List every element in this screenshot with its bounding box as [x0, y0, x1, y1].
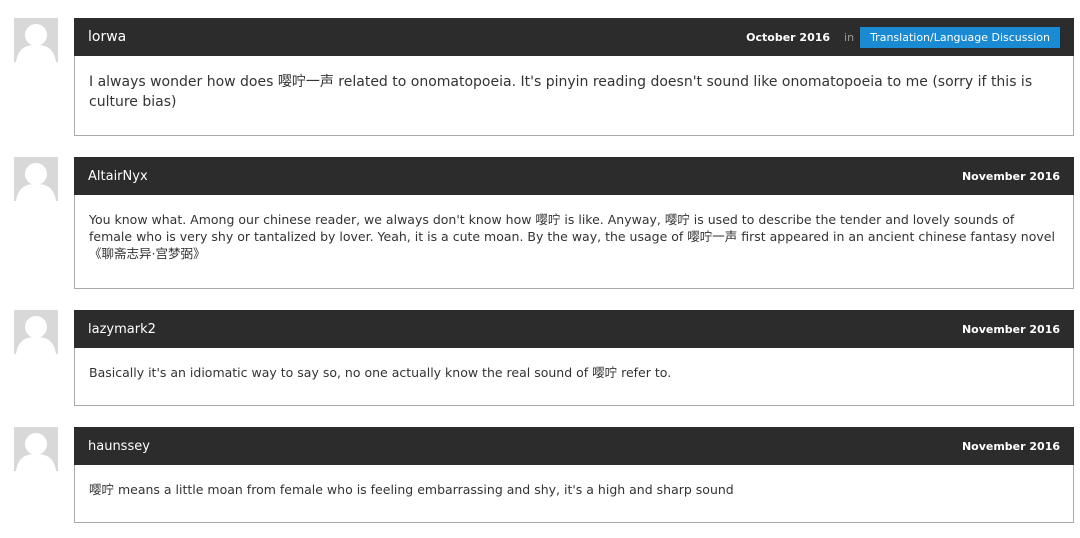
avatar[interactable] [14, 157, 58, 201]
comment-text: 嘤咛 means a little moan from female who i… [89, 482, 734, 497]
comment-author[interactable]: haunssey [88, 439, 962, 454]
comment-body: 嘤咛 means a little moan from female who i… [74, 465, 1074, 523]
comment-author[interactable]: lazymark2 [88, 322, 962, 337]
comment-header: lorwa October 2016 in Translation/Langua… [74, 18, 1074, 56]
in-label: in [844, 30, 855, 44]
comment-date[interactable]: October 2016 [746, 31, 830, 44]
avatar[interactable] [14, 427, 58, 471]
comment-header: AltairNyx November 2016 [74, 157, 1074, 195]
avatar[interactable] [14, 310, 58, 354]
comment-text: I always wonder how does 嘤咛一声 related to… [89, 74, 1033, 110]
default-user-icon [16, 433, 56, 471]
comment-date[interactable]: November 2016 [962, 323, 1060, 336]
avatar[interactable] [14, 18, 58, 62]
default-user-icon [16, 163, 56, 201]
comment-author[interactable]: lorwa [88, 29, 746, 45]
comment-date[interactable]: November 2016 [962, 440, 1060, 453]
comment-text: Basically it's an idiomatic way to say s… [89, 365, 672, 380]
default-user-icon [16, 316, 56, 354]
comment-header: haunssey November 2016 [74, 427, 1074, 465]
comment-body: You know what. Among our chinese reader,… [74, 195, 1074, 289]
default-user-icon [16, 24, 56, 62]
comment-author[interactable]: AltairNyx [88, 169, 962, 184]
comment-body: I always wonder how does 嘤咛一声 related to… [74, 56, 1074, 136]
comment-date[interactable]: November 2016 [962, 170, 1060, 183]
comment-text: You know what. Among our chinese reader,… [89, 212, 1055, 261]
comment-header: lazymark2 November 2016 [74, 310, 1074, 348]
comment-body: Basically it's an idiomatic way to say s… [74, 348, 1074, 406]
category-badge[interactable]: Translation/Language Discussion [860, 26, 1060, 48]
